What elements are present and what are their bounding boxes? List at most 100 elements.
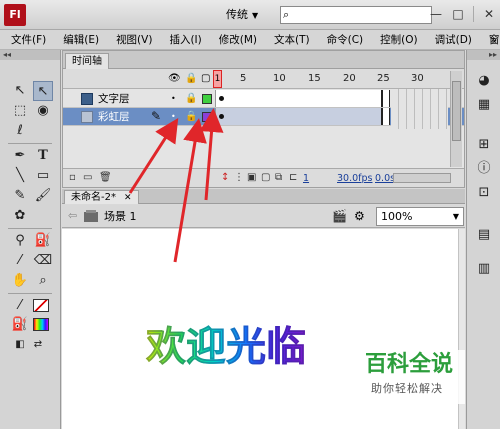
eyedropper-tool-icon[interactable]: ⁄ <box>10 251 30 271</box>
lock-icon[interactable]: 🔒 <box>185 110 197 124</box>
layer-outline-color[interactable] <box>202 94 212 104</box>
components-panel-icon[interactable]: ▥ <box>475 260 493 278</box>
new-folder-icon[interactable]: ▭ <box>83 172 92 184</box>
deco-tool-icon[interactable]: ✿ <box>10 206 30 226</box>
outline-all-icon[interactable]: ▢ <box>201 72 210 86</box>
subselection-tool-icon[interactable]: ↖ <box>33 81 53 101</box>
rainbow-welcome-text[interactable]: 欢迎光临 <box>146 324 307 371</box>
visibility-toggle[interactable]: • <box>171 113 176 121</box>
swap-colors-icon[interactable]: ⇄ <box>28 335 48 355</box>
timeline-horizontal-scrollbar[interactable] <box>393 173 451 183</box>
playhead[interactable]: 1 <box>213 70 222 88</box>
menu-text[interactable]: 文本(T) <box>263 30 316 49</box>
flash-logo: Fl <box>4 4 26 26</box>
zoom-value: 100% <box>381 210 413 223</box>
keyframe[interactable] <box>219 96 224 101</box>
zoom-tool-icon[interactable]: ⌕ <box>33 271 53 291</box>
selection-tool-icon[interactable]: ↖ <box>10 81 30 101</box>
hand-tool-icon[interactable]: ✋ <box>10 271 30 291</box>
close-button[interactable]: ✕ <box>478 4 500 24</box>
fill-color-swatch[interactable] <box>33 318 49 331</box>
menu-debug[interactable]: 调试(D) <box>424 30 478 49</box>
menu-control[interactable]: 控制(O) <box>369 30 423 49</box>
tab-timeline[interactable]: 时间轴 <box>65 53 109 69</box>
visibility-toggle[interactable]: • <box>171 95 176 103</box>
lasso-tool-icon[interactable]: ℓ <box>10 121 30 141</box>
menu-file[interactable]: 文件(F) <box>0 30 52 49</box>
close-icon[interactable]: ✕ <box>124 193 132 203</box>
3d-rotation-tool-icon[interactable]: ◉ <box>33 101 53 121</box>
edit-scene-icon[interactable]: 🎬 <box>332 209 347 223</box>
menu-overflow[interactable]: » <box>491 30 497 49</box>
frame-rate-value[interactable]: 30.0fps <box>337 173 372 184</box>
minimize-button[interactable]: — <box>425 4 447 24</box>
menu-edit[interactable]: 编辑(E) <box>52 30 105 49</box>
library-panel-icon[interactable]: ▤ <box>475 226 493 244</box>
tools-panel-collapse[interactable]: ◂◂ <box>0 50 60 60</box>
free-transform-tool-icon[interactable]: ⬚ <box>10 101 30 121</box>
menu-view[interactable]: 视图(V) <box>105 30 158 49</box>
timeline-header: 👁 🔒 ▢ 1 5 10 15 20 25 30 <box>63 69 464 89</box>
layer-icon <box>81 93 93 105</box>
lock-icon[interactable]: 🔒 <box>185 92 197 106</box>
zoom-select[interactable]: 100% ▼ <box>376 207 464 226</box>
color-panel-icon[interactable]: ◕ <box>475 72 493 90</box>
pen-tool-icon[interactable]: ✒ <box>10 146 30 166</box>
right-panel-expand[interactable]: ▸▸ <box>467 50 500 60</box>
stroke-color-icon[interactable]: ⁄ <box>10 296 30 316</box>
rectangle-tool-icon[interactable]: ▭ <box>33 166 53 186</box>
frame-number: 25 <box>377 73 390 84</box>
pencil-tool-icon[interactable]: ✎ <box>10 186 30 206</box>
paint-bucket-tool-icon[interactable]: ⛽ <box>33 231 53 251</box>
onion-skin-icon[interactable]: ▣ <box>247 172 256 184</box>
scene-label: 场景 1 <box>104 210 137 223</box>
lock-all-icon[interactable]: 🔒 <box>185 72 197 86</box>
center-frame-icon[interactable]: ⋮ <box>234 172 244 184</box>
line-tool-icon[interactable]: ╲ <box>10 166 30 186</box>
align-panel-icon[interactable]: ⊞ <box>475 136 493 154</box>
transform-panel-icon[interactable]: ⊡ <box>475 184 493 202</box>
scrollbar-thumb[interactable] <box>452 81 461 141</box>
frame-number: 20 <box>343 73 356 84</box>
text-tool-icon[interactable]: T <box>33 146 53 166</box>
delete-layer-icon[interactable]: 🗑 <box>99 172 112 184</box>
maximize-button[interactable]: □ <box>447 4 469 24</box>
right-panel-dock: ▸▸ ◕ ▦ ⊞ ⓘ ⊡ ▤ ▥ <box>466 50 500 429</box>
menu-modify[interactable]: 修改(M) <box>208 30 263 49</box>
bone-tool-icon[interactable]: ⚲ <box>10 231 30 251</box>
menu-commands[interactable]: 命令(C) <box>316 30 370 49</box>
swatches-panel-icon[interactable]: ▦ <box>475 96 493 114</box>
show-hide-all-icon[interactable]: 👁 <box>168 72 181 86</box>
layer-frames[interactable] <box>215 90 390 107</box>
help-search-input[interactable]: ⌕ <box>280 6 432 24</box>
keyframe[interactable] <box>219 114 224 119</box>
edit-multiple-frames-icon[interactable]: ⧉ <box>275 172 282 184</box>
workspace-label: 传统 <box>226 8 248 21</box>
brush-tool-icon[interactable]: 🖌 <box>33 186 53 206</box>
timeline-vertical-scrollbar[interactable] <box>450 71 462 167</box>
fill-color-icon[interactable]: ⛽ <box>10 315 30 335</box>
modify-markers-icon[interactable]: ⊏ <box>289 172 297 184</box>
frame-number: 5 <box>240 73 247 84</box>
current-frame-value[interactable]: 1 <box>303 173 309 184</box>
eraser-tool-icon[interactable]: ⌫ <box>33 251 53 271</box>
layer-frames[interactable] <box>215 108 390 125</box>
tab-document[interactable]: 未命名-2* ✕ <box>64 190 139 204</box>
tools-divider <box>8 293 52 294</box>
layer-name: 文字层 <box>98 93 130 105</box>
stroke-color-swatch[interactable] <box>33 299 49 312</box>
tools-divider <box>8 228 52 229</box>
workspace-switcher[interactable]: 传统 ▼ <box>226 7 258 23</box>
default-colors-icon[interactable]: ◧ <box>10 335 30 355</box>
chevron-down-icon: ▼ <box>252 11 259 20</box>
document-tab-bar: 未命名-2* ✕ <box>62 189 465 204</box>
info-panel-icon[interactable]: ⓘ <box>475 160 493 178</box>
edit-symbols-icon[interactable]: ⚙ <box>354 209 365 223</box>
onion-skin-outlines-icon[interactable]: ▢ <box>261 172 270 184</box>
new-layer-icon[interactable]: ▫ <box>69 172 76 184</box>
back-arrow-icon[interactable]: ⇦ <box>68 209 77 223</box>
timeline-panel: 时间轴 👁 🔒 ▢ 1 5 10 15 20 25 30 文字层 • 🔒 彩虹层… <box>62 50 465 188</box>
layer-outline-color[interactable] <box>202 112 212 122</box>
menu-insert[interactable]: 插入(I) <box>158 30 207 49</box>
frame-number: 15 <box>308 73 321 84</box>
